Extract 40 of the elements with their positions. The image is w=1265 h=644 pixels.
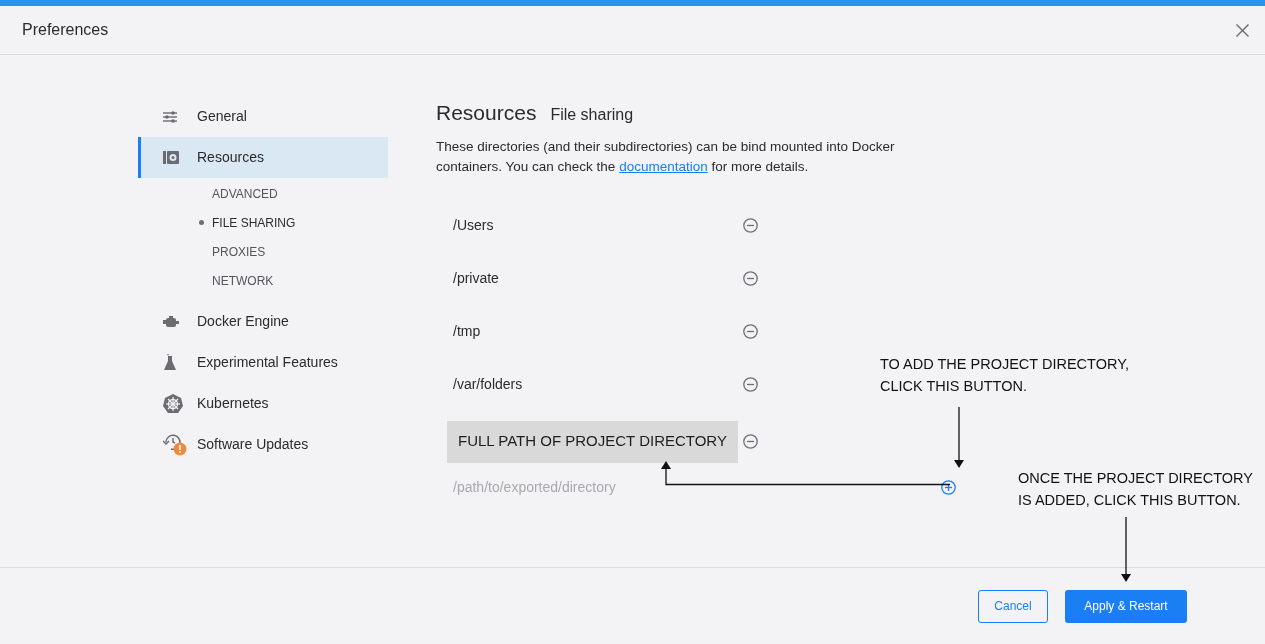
sliders-icon [163,110,177,123]
remove-icon[interactable] [743,270,758,286]
sidebar-item[interactable]: Kubernetes [138,383,388,424]
directory-path: /tmp [452,321,481,341]
update-warning-icon [163,433,187,456]
remove-icon[interactable] [743,376,758,392]
directory-path: /var/folders [452,374,523,394]
directory-path: /Users [452,215,494,235]
sidebar-subitem[interactable]: PROXIES [212,242,266,261]
sidebar-item[interactable]: Resources [138,137,388,178]
directory-path: FULL PATH OF PROJECT DIRECTORY [447,420,738,463]
engine-icon [163,315,179,328]
sidebar-subitem[interactable]: ADVANCED [212,184,278,203]
apply-restart-button[interactable]: Apply & Restart [1065,589,1187,623]
description-text: These directories (and their subdirectories) can be bind mounted into Docker containers. You can check the documentation for more details. [436,137,896,176]
annotation-text: ONCE THE PROJECT DIRECTORY IS ADDED, CLICK THIS BUTTON. [1018,469,1254,510]
arrow [1120,517,1132,583]
helm-icon [163,393,183,414]
directory-path: /private [452,268,499,288]
documentation-link[interactable]: documentation [619,158,708,174]
add-icon[interactable] [941,480,956,495]
section-title: Resources [436,100,537,126]
sidebar-item[interactable]: General [138,96,388,137]
disk-icon [163,151,179,164]
annotation-text: TO ADD THE PROJECT DIRECTORY, CLICK THIS BUTTON. [880,355,1130,396]
section-subtitle: File sharing [550,105,634,125]
flask-icon [163,354,177,371]
cancel-button[interactable]: Cancel [978,589,1048,623]
sidebar-item[interactable]: Docker Engine [138,301,388,342]
remove-icon[interactable] [743,434,758,449]
arrow [953,407,965,469]
sidebar-subitem[interactable]: FILE SHARING [212,213,296,232]
close-icon[interactable] [1236,23,1249,37]
directory-input[interactable]: /path/to/exported/directory [447,477,941,498]
sidebar-item[interactable]: Experimental Features [138,342,388,383]
sidebar-item[interactable]: Software Updates [138,424,388,465]
window-title: Preferences [22,20,109,40]
remove-icon[interactable] [743,323,758,339]
sidebar-subitem[interactable]: NETWORK [212,271,274,290]
remove-icon[interactable] [743,217,758,233]
